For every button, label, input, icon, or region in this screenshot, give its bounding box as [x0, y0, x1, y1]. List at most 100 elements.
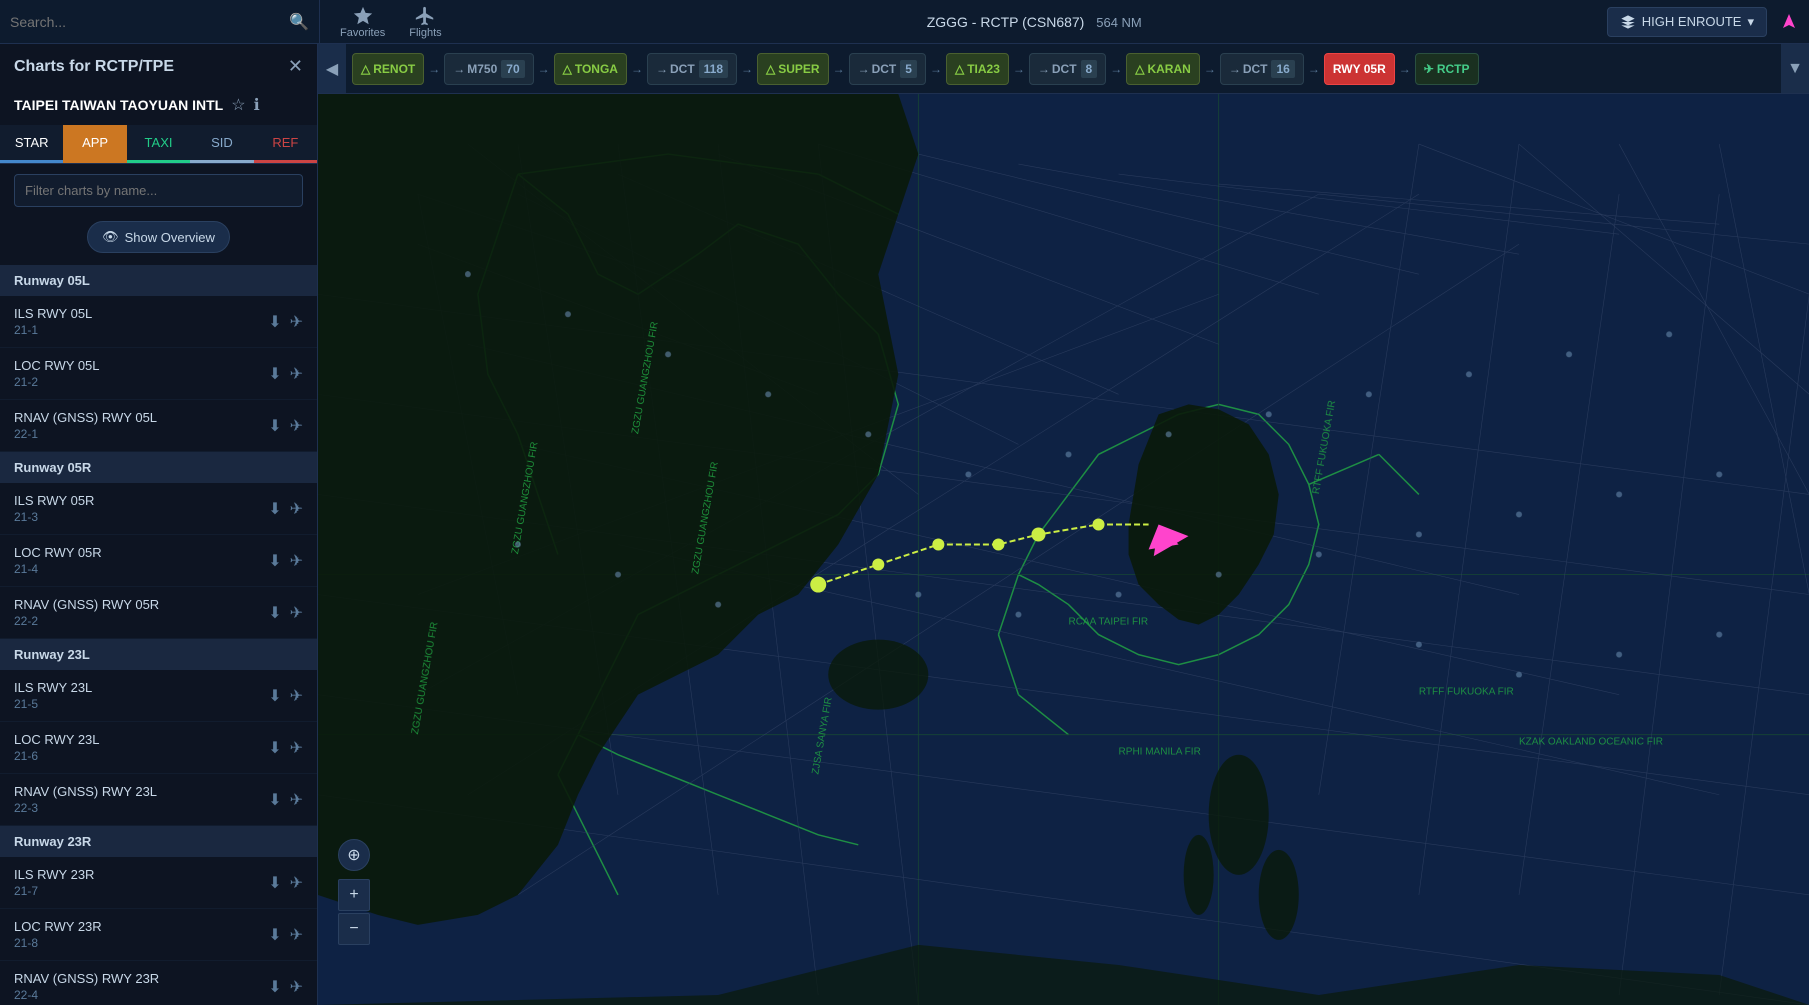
- tab-taxi[interactable]: TAXI: [127, 125, 190, 163]
- arrow-icon: →: [656, 62, 668, 76]
- tab-ref[interactable]: REF: [254, 125, 317, 163]
- flights-nav[interactable]: Flights: [409, 5, 441, 39]
- waypoint-arrow: →: [538, 62, 550, 76]
- waypoint-arrow: →: [631, 62, 643, 76]
- map-svg: ZGZU GUANGZHOU FIR ZGZU GUANGZHOU FIR ZG…: [318, 94, 1809, 1005]
- favorites-nav[interactable]: Favorites: [340, 5, 385, 39]
- collapse-waypoints-button[interactable]: ◀: [318, 44, 346, 94]
- chart-item[interactable]: RNAV (GNSS) RWY 23R 22-4 ⬇ ✈: [0, 961, 317, 1005]
- pin-icon[interactable]: ✈: [290, 603, 303, 623]
- waypoint-chip[interactable]: ✈RCTP: [1415, 53, 1479, 85]
- download-icon[interactable]: ⬇: [268, 312, 281, 332]
- pin-icon[interactable]: ✈: [290, 499, 303, 519]
- download-icon[interactable]: ⬇: [268, 686, 281, 706]
- waypoint-chip[interactable]: →DCT16: [1220, 53, 1304, 85]
- download-icon[interactable]: ⬇: [268, 977, 281, 997]
- download-icon[interactable]: ⬇: [268, 364, 281, 384]
- tab-sid[interactable]: SID: [190, 125, 253, 163]
- chart-actions: ⬇ ✈: [268, 551, 303, 571]
- chart-item[interactable]: LOC RWY 05R 21-4 ⬇ ✈: [0, 535, 317, 587]
- pin-icon[interactable]: ✈: [290, 551, 303, 571]
- svg-text:RCAA TAIPEI FIR: RCAA TAIPEI FIR: [1069, 617, 1149, 628]
- compass-button[interactable]: ⊕: [338, 839, 370, 871]
- waypoint-chip[interactable]: △SUPER: [757, 53, 829, 85]
- download-icon[interactable]: ⬇: [268, 925, 281, 945]
- map-area[interactable]: ◀: [318, 94, 1809, 1005]
- topbar: 🔍 Favorites Flights ZGGG - RCTP (CSN687)…: [0, 0, 1809, 44]
- waypoint-chip[interactable]: →DCT118: [647, 53, 737, 85]
- pin-icon[interactable]: ✈: [290, 873, 303, 893]
- zoom-in-button[interactable]: +: [338, 879, 370, 911]
- pin-icon[interactable]: ✈: [290, 977, 303, 997]
- pin-icon[interactable]: ✈: [290, 790, 303, 810]
- chart-item[interactable]: LOC RWY 05L 21-2 ⬇ ✈: [0, 348, 317, 400]
- wp-label: TIA23: [967, 62, 1000, 76]
- filter-input[interactable]: [14, 174, 303, 207]
- chart-name: ILS RWY 05L: [14, 306, 92, 321]
- download-icon[interactable]: ⬇: [268, 499, 281, 519]
- arrow-icon: →: [453, 62, 465, 76]
- search-input[interactable]: [10, 14, 285, 30]
- arrow-icon: →: [1229, 62, 1241, 76]
- waypoint-chip[interactable]: △TIA23: [946, 53, 1009, 85]
- svg-text:RTFF FUKUOKA FIR: RTFF FUKUOKA FIR: [1419, 687, 1514, 698]
- waypoint-chip[interactable]: △KARAN: [1126, 53, 1200, 85]
- chart-item[interactable]: ILS RWY 05R 21-3 ⬇ ✈: [0, 483, 317, 535]
- pin-icon[interactable]: ✈: [290, 925, 303, 945]
- tab-app[interactable]: APP: [63, 125, 126, 163]
- chart-item[interactable]: RNAV (GNSS) RWY 05R 22-2 ⬇ ✈: [0, 587, 317, 639]
- pin-icon[interactable]: ✈: [290, 416, 303, 436]
- chart-name: ILS RWY 23R: [14, 867, 94, 882]
- zoom-out-button[interactable]: −: [338, 913, 370, 945]
- waypoint-arrow: →: [1308, 62, 1320, 76]
- scroll-waypoints-button[interactable]: ▼: [1781, 44, 1809, 94]
- chart-code: 21-2: [14, 375, 100, 389]
- close-button[interactable]: ✕: [288, 56, 303, 77]
- chart-info: RNAV (GNSS) RWY 05L 22-1: [14, 410, 157, 441]
- waypoint-chip[interactable]: RWY 05R: [1324, 53, 1395, 85]
- pin-icon[interactable]: ✈: [290, 686, 303, 706]
- waypoint-arrow: →: [833, 62, 845, 76]
- tab-star[interactable]: STAR: [0, 125, 63, 163]
- wp-nm: 8: [1081, 60, 1098, 78]
- download-icon[interactable]: ⬇: [268, 416, 281, 436]
- download-icon[interactable]: ⬇: [268, 551, 281, 571]
- chart-item[interactable]: RNAV (GNSS) RWY 23L 22-3 ⬇ ✈: [0, 774, 317, 826]
- download-icon[interactable]: ⬇: [268, 790, 281, 810]
- search-icon[interactable]: 🔍: [289, 12, 309, 32]
- chart-item[interactable]: RNAV (GNSS) RWY 05L 22-1 ⬇ ✈: [0, 400, 317, 452]
- enroute-button[interactable]: HIGH ENROUTE ▾: [1607, 7, 1767, 37]
- info-icon[interactable]: ℹ: [254, 95, 260, 115]
- search-area: 🔍: [0, 0, 320, 43]
- wp-nm: 118: [699, 60, 728, 78]
- waypoint-chip[interactable]: →DCT5: [849, 53, 926, 85]
- chart-code: 21-4: [14, 562, 102, 576]
- waypoint-chip[interactable]: →M75070: [444, 53, 533, 85]
- waypoint-arrow: →: [1110, 62, 1122, 76]
- warning-icon: △: [1135, 62, 1144, 76]
- wp-nm: 70: [501, 60, 524, 78]
- show-overview-button[interactable]: 👁 Show Overview: [87, 221, 230, 253]
- chart-item[interactable]: LOC RWY 23R 21-8 ⬇ ✈: [0, 909, 317, 961]
- airport-name-row: TAIPEI TAIWAN TAOYUAN INTL ☆ ℹ: [0, 89, 317, 125]
- waypoint-chip[interactable]: →DCT8: [1029, 53, 1106, 85]
- chart-info: LOC RWY 23R 21-8: [14, 919, 102, 950]
- download-icon[interactable]: ⬇: [268, 603, 281, 623]
- waypoint-chip[interactable]: △TONGA: [554, 53, 627, 85]
- download-icon[interactable]: ⬇: [268, 738, 281, 758]
- chart-item[interactable]: ILS RWY 23R 21-7 ⬇ ✈: [0, 857, 317, 909]
- runway-header-rwy23r: Runway 23R: [0, 826, 317, 857]
- waypoint-arrow: →: [428, 62, 440, 76]
- chart-item[interactable]: ILS RWY 23L 21-5 ⬇ ✈: [0, 670, 317, 722]
- download-icon[interactable]: ⬇: [268, 873, 281, 893]
- chart-item[interactable]: LOC RWY 23L 21-6 ⬇ ✈: [0, 722, 317, 774]
- favorite-star-icon[interactable]: ☆: [231, 95, 245, 115]
- pin-icon[interactable]: ✈: [290, 364, 303, 384]
- waypoint-arrow: →: [1013, 62, 1025, 76]
- waypoint-chip[interactable]: △RENOT: [352, 53, 424, 85]
- chart-item[interactable]: ILS RWY 05L 21-1 ⬇ ✈: [0, 296, 317, 348]
- chart-actions: ⬇ ✈: [268, 790, 303, 810]
- pin-icon[interactable]: ✈: [290, 312, 303, 332]
- pin-icon[interactable]: ✈: [290, 738, 303, 758]
- wp-label: KARAN: [1147, 62, 1190, 76]
